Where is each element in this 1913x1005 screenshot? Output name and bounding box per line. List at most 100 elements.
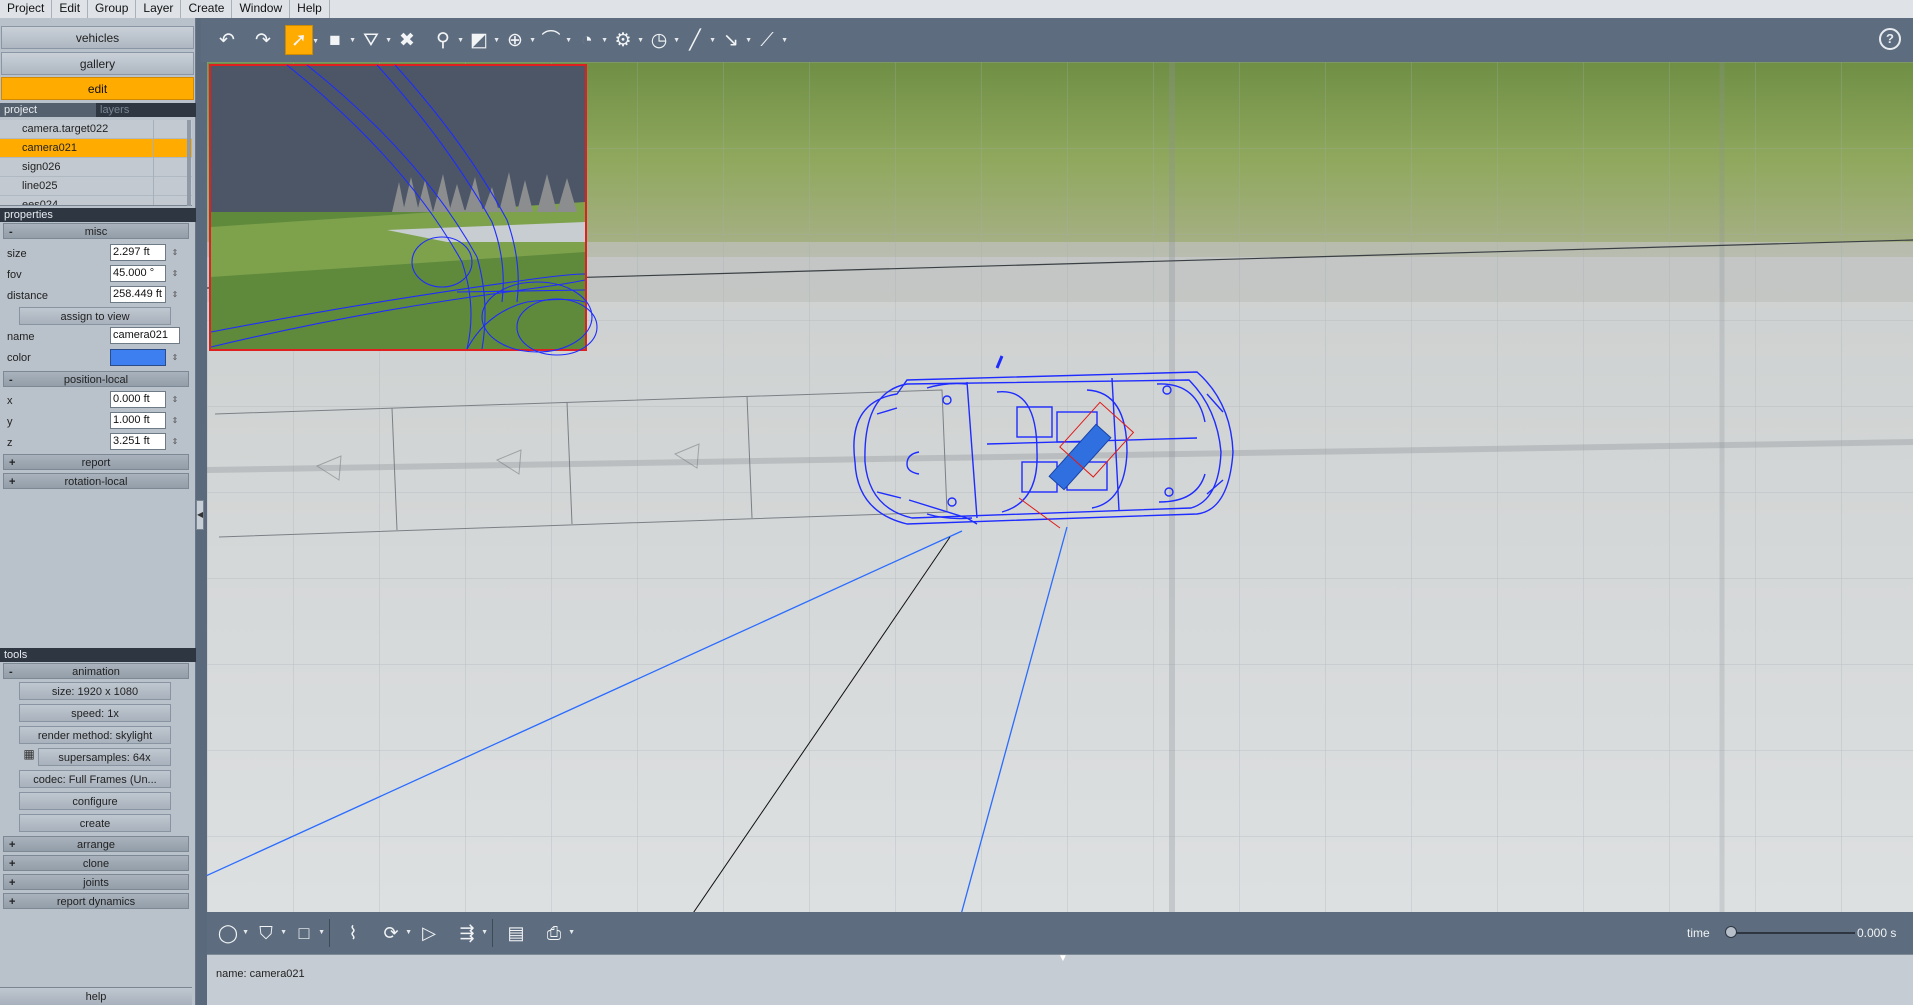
delete-icon[interactable]: ✖ [393, 25, 421, 55]
report-dynamics-section[interactable]: + report dynamics [3, 893, 189, 909]
list-item[interactable]: line025 [0, 177, 192, 196]
spinner-icon[interactable]: ⇕ [170, 391, 180, 408]
create-button[interactable]: create [19, 814, 171, 832]
move-crosshair-icon[interactable]: ⊕ ▼ [501, 25, 536, 55]
z-field[interactable]: 3.251 ft [110, 433, 166, 450]
menu-project[interactable]: Project [0, 0, 53, 18]
assign-to-view-button[interactable]: assign to view [19, 307, 171, 325]
grid-icon: ▦ [23, 747, 35, 761]
camera-orbit-icon[interactable]: ⟳ ▼ [378, 919, 412, 947]
list-item[interactable]: camera.target022 [0, 120, 192, 139]
graph-icon[interactable]: ⌇ [340, 919, 366, 947]
list-item-selected[interactable]: camera021 [0, 139, 192, 158]
help-button[interactable]: help [0, 987, 192, 1005]
expand-icon: + [9, 858, 16, 870]
dimension-icon[interactable]: ↘ ▼ [717, 25, 752, 55]
spinner-icon[interactable]: ⇕ [170, 412, 180, 429]
menu-group[interactable]: Group [88, 0, 137, 18]
menu-create[interactable]: Create [181, 0, 233, 18]
protractor-icon[interactable]: ◷ ▼ [645, 25, 680, 55]
menu-edit[interactable]: Edit [52, 0, 89, 18]
report-page-icon[interactable]: ▤ [503, 919, 529, 947]
y-field[interactable]: 1.000 ft [110, 412, 166, 429]
menu-bar: Project Edit Group Layer Create Window H… [0, 0, 1913, 18]
expand-icon: + [9, 896, 16, 908]
joints-section[interactable]: + joints [3, 874, 189, 890]
measure-dial-icon[interactable]: ◔ ▼ [573, 25, 608, 55]
line-tool-icon[interactable]: ╱ ▼ [681, 25, 716, 55]
main-toolbar: ↶ ↷ ➚ ▼ ■ ▼ ⛛ ▼ ✖ ⚲ ▼ ◩ ▼ ⊕ ▼ ⌒ ▼ ◔ ▼ ⚙ ▼ ◷ ▼ ╱ ▼ ↘… [201, 18, 1913, 62]
chevron-down-icon[interactable]: ▼ [1058, 953, 1068, 964]
report-section[interactable]: + report [3, 454, 189, 470]
fov-field[interactable]: 45.000 ° [110, 265, 166, 282]
panel-collapse-handle[interactable]: ◀ [196, 500, 204, 530]
render-queue-icon[interactable]: ⇶ ▼ [454, 919, 488, 947]
collapse-icon: - [9, 666, 13, 678]
name-field[interactable]: camera021 [110, 327, 180, 344]
misc-section[interactable]: - misc [3, 223, 189, 239]
tools-title: tools [4, 649, 28, 661]
list-item[interactable]: sign026 [0, 158, 192, 177]
menu-help[interactable]: Help [290, 0, 330, 18]
size-label: size [7, 248, 27, 260]
tab-project[interactable]: project [0, 103, 96, 117]
gallery-button[interactable]: gallery [1, 52, 194, 75]
separator [329, 919, 330, 947]
select-arrow-icon[interactable]: ➚ ▼ [285, 25, 319, 55]
play-icon[interactable]: ▷ [416, 919, 442, 947]
vehicles-button[interactable]: vehicles [1, 26, 194, 49]
list-item[interactable]: ees024 [0, 196, 192, 205]
menu-layer[interactable]: Layer [136, 0, 182, 18]
shield-tool-icon[interactable]: ⛉ ▼ [253, 919, 287, 947]
camera-preview-inset[interactable] [209, 64, 598, 356]
snap-magnet-icon[interactable]: ⌒ ▼ [537, 25, 572, 55]
supersamples-button[interactable]: supersamples: 64x [38, 748, 171, 766]
zoom-icon[interactable]: ⚲ ▼ [429, 25, 464, 55]
object-list-scrollbar[interactable] [187, 120, 191, 206]
position-local-section[interactable]: - position-local [3, 371, 189, 387]
rotation-local-section[interactable]: + rotation-local [3, 473, 189, 489]
selection-box-icon[interactable]: ■ ▼ [321, 25, 356, 55]
view-cube-icon[interactable]: ◩ ▼ [465, 25, 500, 55]
tab-layers[interactable]: layers [96, 103, 192, 117]
expand-icon: + [9, 476, 16, 488]
print-icon[interactable]: ⎙ ▼ [541, 919, 575, 947]
tools-header: tools [0, 648, 196, 662]
filter-icon[interactable]: ⛛ ▼ [357, 25, 392, 55]
spinner-icon[interactable]: ⇕ [170, 286, 180, 303]
name-label: name [7, 331, 35, 343]
spinner-icon[interactable]: ⇕ [170, 349, 180, 366]
anim-size-button[interactable]: size: 1920 x 1080 [19, 682, 171, 700]
ruler-icon[interactable]: ⟋ ▼ [753, 25, 788, 55]
spinner-icon[interactable]: ⇕ [170, 244, 180, 261]
distance-field[interactable]: 258.449 ft [110, 286, 166, 303]
anim-speed-button[interactable]: speed: 1x [19, 704, 171, 722]
undo-icon[interactable]: ↶ [213, 25, 241, 55]
clone-label: clone [82, 858, 110, 870]
x-field[interactable]: 0.000 ft [110, 391, 166, 408]
spinner-icon[interactable]: ⇕ [170, 433, 180, 450]
spinner-icon[interactable]: ⇕ [170, 265, 180, 282]
time-slider-handle[interactable] [1725, 926, 1737, 938]
animation-section[interactable]: - animation [3, 663, 189, 679]
time-slider-track[interactable] [1729, 932, 1855, 934]
gears-icon[interactable]: ⚙ ▼ [609, 25, 644, 55]
properties-header: properties [0, 208, 196, 222]
menu-window[interactable]: Window [232, 0, 291, 18]
arrange-section[interactable]: + arrange [3, 836, 189, 852]
configure-button[interactable]: configure [19, 792, 171, 810]
help-icon[interactable]: ? [1879, 28, 1901, 50]
clone-section[interactable]: + clone [3, 855, 189, 871]
edit-button[interactable]: edit [1, 77, 194, 100]
redo-icon[interactable]: ↷ [249, 25, 277, 55]
3d-viewport[interactable] [207, 62, 1913, 912]
left-panel: vehicles gallery edit project layers came… [0, 18, 196, 1005]
codec-button[interactable]: codec: Full Frames (Un... [19, 770, 171, 788]
size-field[interactable]: 2.297 ft [110, 244, 166, 261]
color-swatch[interactable] [110, 349, 166, 366]
y-label: y [7, 416, 13, 428]
rectangle-tool-icon[interactable]: □ ▼ [291, 919, 325, 947]
render-method-button[interactable]: render method: skylight [19, 726, 171, 744]
x-label: x [7, 395, 13, 407]
circle-tool-icon[interactable]: ◯ ▼ [215, 919, 249, 947]
